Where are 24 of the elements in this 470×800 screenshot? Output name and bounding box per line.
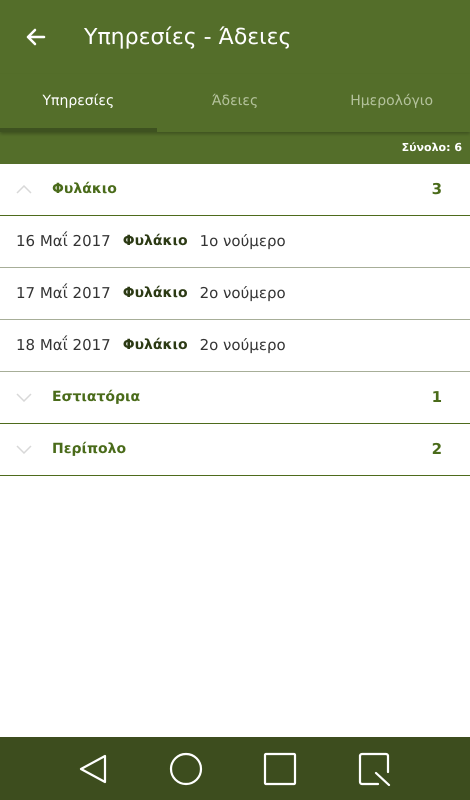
back-triangle-icon[interactable] <box>78 752 108 784</box>
square-icon[interactable] <box>263 752 298 786</box>
app-title: Υπηρεσίες - Άδειες <box>84 24 292 52</box>
group-count: 1 <box>432 387 442 408</box>
entry-date: 18 Μαΐ 2017 <box>16 334 111 356</box>
entry-category: Φυλάκιο <box>122 284 188 303</box>
entry-detail: 2ο νούμερο <box>200 335 286 356</box>
total-count: Σύνολο: 6 <box>402 140 462 156</box>
square-corner-icon[interactable] <box>358 752 392 786</box>
group-name: Φυλάκιο <box>52 180 118 199</box>
home-circle-icon[interactable] <box>168 752 203 786</box>
group-count: 2 <box>432 439 442 460</box>
group-count: 3 <box>432 179 442 200</box>
entry-detail: 2ο νούμερο <box>200 283 286 304</box>
entry-date: 16 Μαΐ 2017 <box>16 230 111 252</box>
entry-category: Φυλάκιο <box>122 232 188 251</box>
entry-detail: 1ο νούμερο <box>200 231 286 252</box>
entry-date: 17 Μαΐ 2017 <box>16 282 111 304</box>
group-name: Εστιατόρια <box>52 388 142 407</box>
group-header[interactable]: Περίπολο 2 <box>0 424 470 476</box>
group-name: Περίπολο <box>52 440 128 459</box>
group-header[interactable]: Εστιατόρια 1 <box>0 372 470 424</box>
entry-category: Φυλάκιο <box>122 336 188 355</box>
group-header[interactable]: Φυλάκιο 3 <box>0 164 470 216</box>
